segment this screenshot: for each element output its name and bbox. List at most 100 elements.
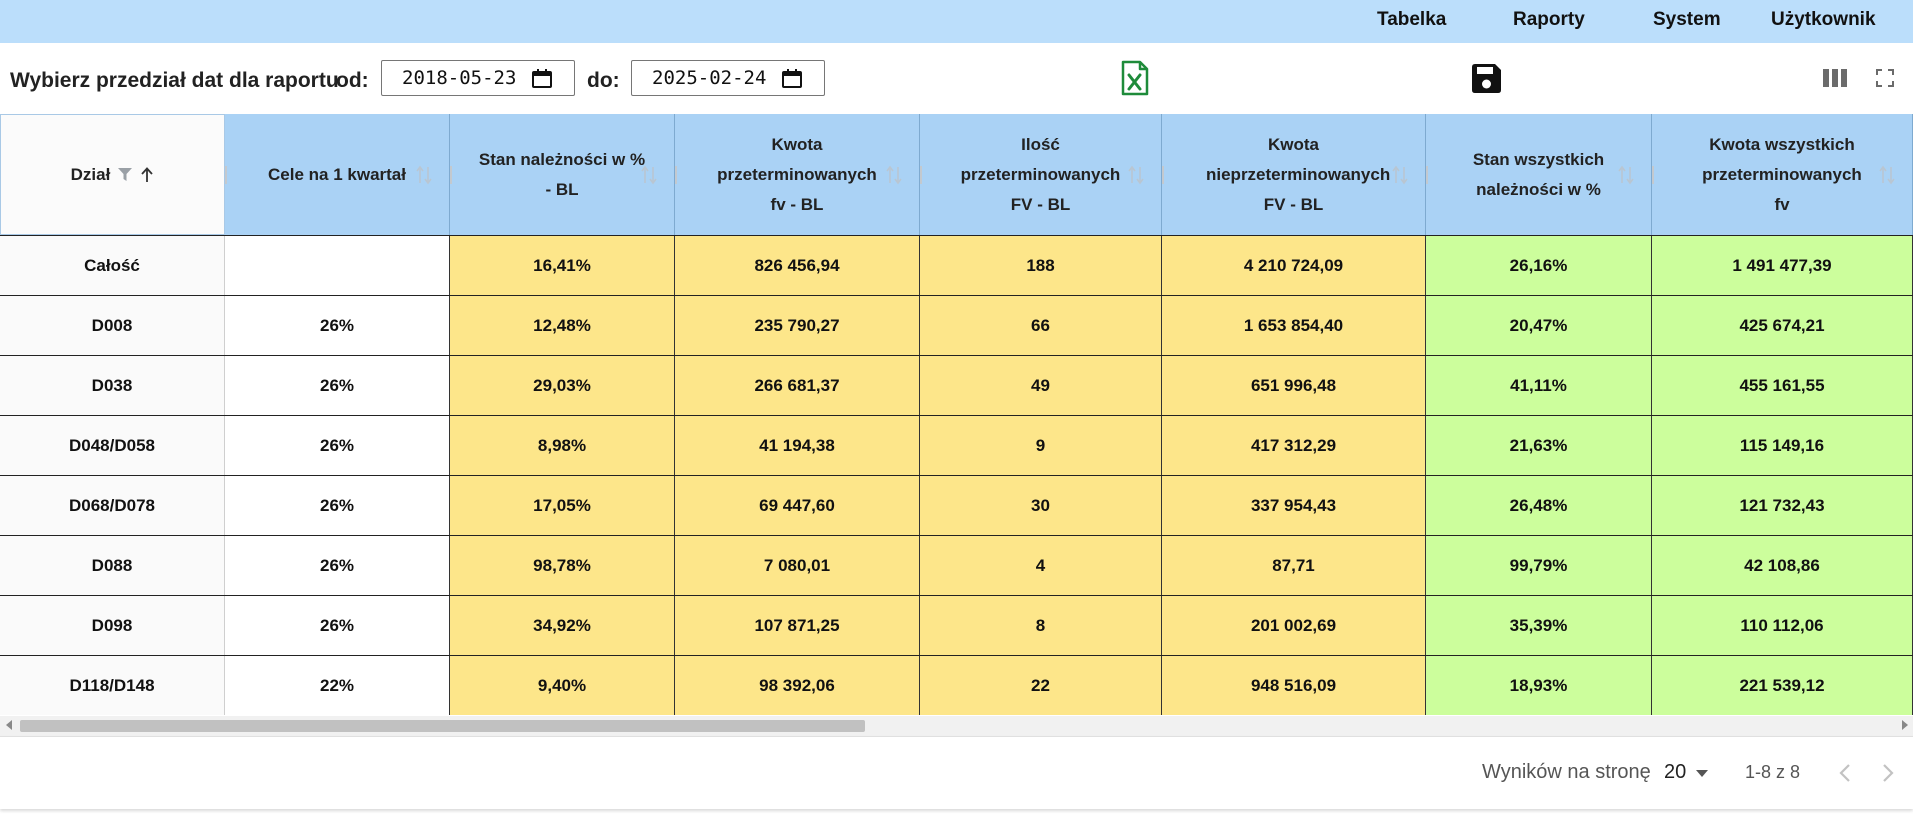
filter-icon[interactable] [118, 168, 133, 181]
cell-kwota-przeterminowanych-bl: 69 447,60 [675, 476, 920, 535]
cell-kwota-wszystkich-przeterminowanych: 121 732,43 [1652, 476, 1913, 535]
column-header-stan-wszystkich-naleznosci[interactable]: Stan wszystkich należności w % [1426, 114, 1652, 235]
pagination-range: 1-8 z 8 [1745, 762, 1801, 782]
sort-ascending-icon[interactable] [140, 166, 154, 183]
excel-export-icon[interactable] [1121, 60, 1149, 96]
sort-icon[interactable] [1127, 165, 1145, 185]
column-header-ilosc-przeterminowanych-bl[interactable]: Ilość przeterminowanych FV - BL [920, 114, 1162, 235]
cell-kwota-nieprzeterminowanych-bl: 4 210 724,09 [1162, 236, 1426, 295]
cell-kwota-przeterminowanych-bl: 266 681,37 [675, 356, 920, 415]
cell-kwota-wszystkich-przeterminowanych: 110 112,06 [1652, 596, 1913, 655]
sort-icon[interactable] [885, 165, 903, 185]
column-header-label: Cele na 1 kwartał [268, 164, 406, 184]
cell-stan-wszystkich-naleznosci: 26,16% [1426, 236, 1652, 295]
calendar-icon[interactable] [532, 69, 552, 88]
cell-kwota-wszystkich-przeterminowanych: 425 674,21 [1652, 296, 1913, 355]
cell-dzial: D038 [0, 356, 225, 415]
table-row: D008 26% 12,48% 235 790,27 66 1 653 854,40 20,… [0, 295, 1913, 355]
cell-dzial: D098 [0, 596, 225, 655]
menu-item-uzytkownik[interactable]: Użytkownik [1771, 9, 1876, 31]
column-separator[interactable] [1652, 166, 1654, 184]
cell-stan-naleznosci-bl: 12,48% [450, 296, 675, 355]
cell-stan-wszystkich-naleznosci: 20,47% [1426, 296, 1652, 355]
from-date-input[interactable]: 2018-05-23 [381, 60, 575, 96]
cell-stan-wszystkich-naleznosci: 41,11% [1426, 356, 1652, 415]
cell-kwota-przeterminowanych-bl: 98 392,06 [675, 656, 920, 715]
column-header-dzial[interactable]: Dział [0, 114, 225, 235]
column-header-label: Stan należności w % - BL [478, 149, 646, 199]
cell-stan-wszystkich-naleznosci: 26,48% [1426, 476, 1652, 535]
cell-stan-naleznosci-bl: 98,78% [450, 536, 675, 595]
menu-item-system[interactable]: System [1653, 9, 1721, 31]
cell-kwota-wszystkich-przeterminowanych: 455 161,55 [1652, 356, 1913, 415]
column-separator[interactable] [920, 166, 922, 184]
column-header-label: Kwota nieprzeterminowanych FV - BL [1206, 134, 1391, 214]
sort-icon[interactable] [1878, 165, 1896, 185]
sort-icon[interactable] [1391, 165, 1409, 185]
column-header-kwota-wszystkich-przeterminowanych[interactable]: Kwota wszystkich przeterminowanych fv [1652, 114, 1913, 235]
cell-ilosc-przeterminowanych-bl: 8 [920, 596, 1162, 655]
from-date-value: 2018-05-23 [402, 67, 517, 89]
column-separator[interactable] [1162, 166, 1164, 184]
table-row: D038 26% 29,03% 266 681,37 49 651 996,48 41,11… [0, 355, 1913, 415]
cell-ilosc-przeterminowanych-bl: 9 [920, 416, 1162, 475]
cell-kwota-przeterminowanych-bl: 826 456,94 [675, 236, 920, 295]
cell-kwota-przeterminowanych-bl: 41 194,38 [675, 416, 920, 475]
cell-kwota-przeterminowanych-bl: 235 790,27 [675, 296, 920, 355]
table-row: D088 26% 98,78% 7 080,01 4 87,71 99,79% 42 108,… [0, 535, 1913, 595]
column-separator[interactable] [675, 166, 677, 184]
cell-kwota-nieprzeterminowanych-bl: 1 653 854,40 [1162, 296, 1426, 355]
horizontal-scrollbar[interactable] [0, 716, 1913, 736]
cell-kwota-nieprzeterminowanych-bl: 417 312,29 [1162, 416, 1426, 475]
cell-cele-kwartal: 22% [225, 656, 450, 715]
column-header-cele-kwartal[interactable]: Cele na 1 kwartał [225, 114, 450, 235]
table-row: Całość 16,41% 826 456,94 188 4 210 724,09 26,… [0, 235, 1913, 295]
next-page-icon[interactable] [1882, 763, 1894, 783]
sort-icon[interactable] [640, 165, 658, 185]
save-icon[interactable] [1471, 63, 1502, 94]
dropdown-arrow-icon [1696, 770, 1708, 777]
cell-cele-kwartal: 26% [225, 356, 450, 415]
column-header-stan-naleznosci-bl[interactable]: Stan należności w % - BL [450, 114, 675, 235]
scroll-right-arrow-icon[interactable] [1902, 720, 1908, 730]
cell-dzial: D048/D058 [0, 416, 225, 475]
sort-icon[interactable] [1617, 165, 1635, 185]
column-header-kwota-nieprzeterminowanych-bl[interactable]: Kwota nieprzeterminowanych FV - BL [1162, 114, 1426, 235]
sort-icon[interactable] [415, 165, 433, 185]
previous-page-icon[interactable] [1839, 763, 1851, 783]
cell-stan-naleznosci-bl: 9,40% [450, 656, 675, 715]
rows-per-page-select[interactable]: 20 [1664, 759, 1712, 787]
to-date-value: 2025-02-24 [652, 67, 767, 89]
column-header-kwota-przeterminowanych-bl[interactable]: Kwota przeterminowanych fv - BL [675, 114, 920, 235]
to-label: do: [587, 69, 620, 92]
menu-item-raporty[interactable]: Raporty [1513, 9, 1585, 31]
calendar-icon[interactable] [782, 69, 802, 88]
column-separator[interactable] [1426, 166, 1428, 184]
date-range-prompt: Wybierz przedział dat dla raportu [10, 69, 339, 92]
scrollbar-thumb[interactable] [20, 720, 865, 732]
fullscreen-icon[interactable] [1876, 69, 1894, 87]
columns-icon[interactable] [1823, 69, 1847, 87]
cell-kwota-przeterminowanych-bl: 107 871,25 [675, 596, 920, 655]
column-separator[interactable] [225, 166, 227, 184]
scroll-left-arrow-icon[interactable] [6, 720, 12, 730]
cell-ilosc-przeterminowanych-bl: 188 [920, 236, 1162, 295]
cell-kwota-wszystkich-przeterminowanych: 221 539,12 [1652, 656, 1913, 715]
column-separator[interactable] [450, 166, 452, 184]
cell-kwota-nieprzeterminowanych-bl: 337 954,43 [1162, 476, 1426, 535]
cell-cele-kwartal: 26% [225, 596, 450, 655]
cell-kwota-przeterminowanych-bl: 7 080,01 [675, 536, 920, 595]
cell-cele-kwartal: 26% [225, 296, 450, 355]
table-row: D048/D058 26% 8,98% 41 194,38 9 417 312,29 21,… [0, 415, 1913, 475]
rows-per-page-label: Wyników na stronę [1482, 761, 1651, 783]
column-header-label: Kwota przeterminowanych fv - BL [717, 134, 877, 214]
cell-kwota-nieprzeterminowanych-bl: 201 002,69 [1162, 596, 1426, 655]
from-label: od: [336, 69, 369, 92]
cell-kwota-wszystkich-przeterminowanych: 1 491 477,39 [1652, 236, 1913, 295]
to-date-input[interactable]: 2025-02-24 [631, 60, 825, 96]
menu-item-tabelka[interactable]: Tabelka [1377, 9, 1446, 31]
column-header-label: Kwota wszystkich przeterminowanych fv [1702, 134, 1862, 214]
table-row: D118/D148 22% 9,40% 98 392,06 22 948 516,09 18… [0, 655, 1913, 715]
report-table: Dział Cele na 1 kwartał Stan należności w … [0, 114, 1913, 716]
cell-ilosc-przeterminowanych-bl: 66 [920, 296, 1162, 355]
